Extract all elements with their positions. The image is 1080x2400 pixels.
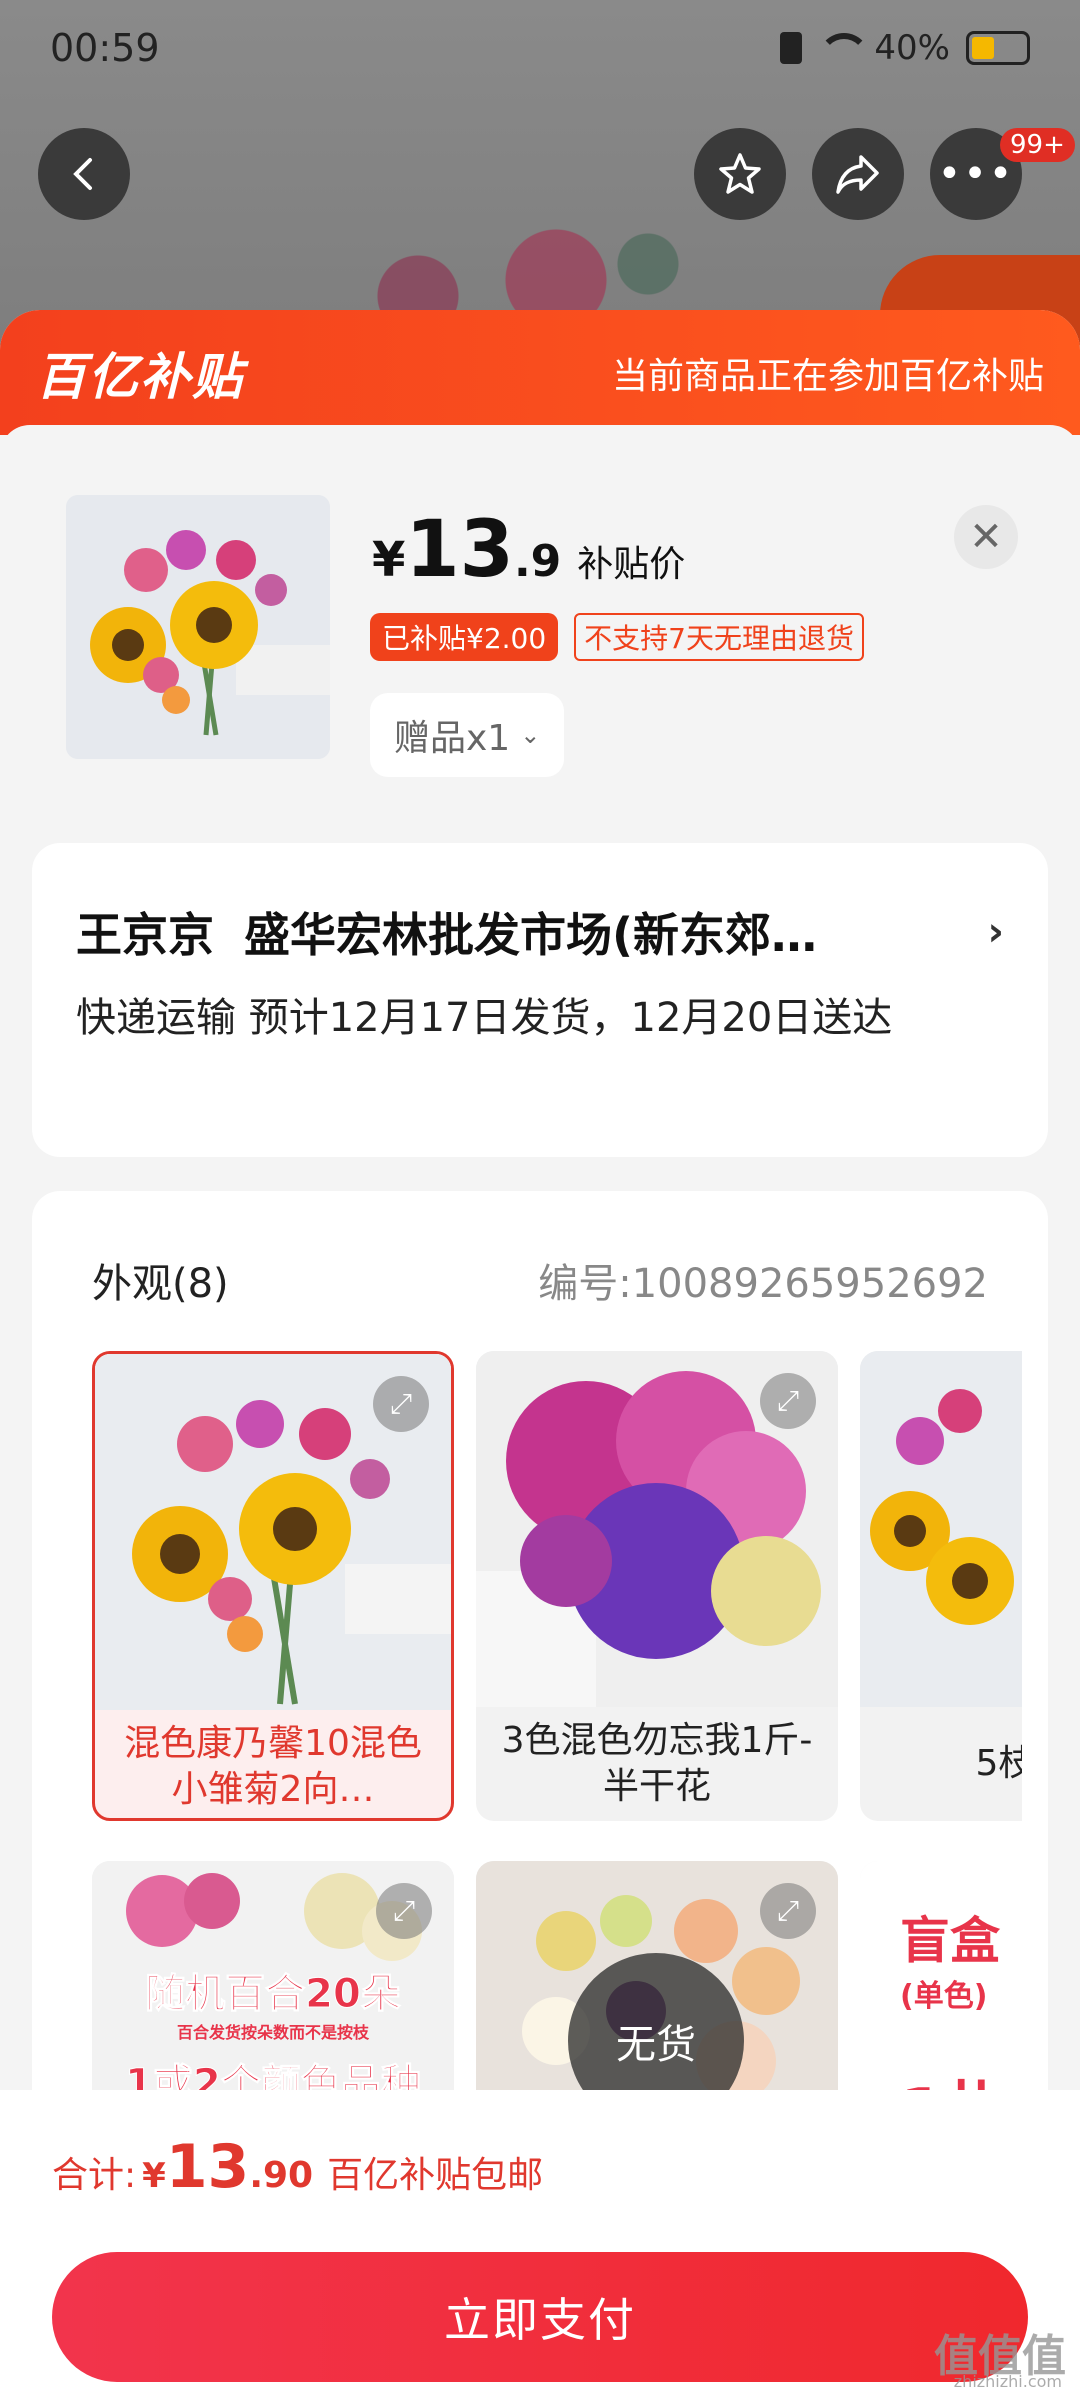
watermark-url: zhizhizhi.com [953,2372,1062,2391]
status-bar: 00:59 40% [0,0,1080,95]
variant-overlay-title: 随机百合20朵 [145,1971,402,2018]
product-code: 编号:10089265952692 [538,1261,988,1307]
shipping-note: 百亿补贴包邮 [327,2155,544,2196]
variant-label: 3色混色勿忘我1斤-半干花 [501,1720,813,1807]
variant-title: 外观(8) [92,1261,229,1307]
checkout-sheet: 百亿补贴 当前商品正在参加百亿补贴 ¥ 13 .9 补贴价 ✕ 已补贴¥2.00… [0,310,1080,2400]
pay-now-button[interactable]: 立即支付 [52,2252,1028,2382]
no-return-badge: 不支持7天无理由退货 [574,613,864,661]
close-button[interactable]: ✕ [954,505,1018,569]
variant-label: 混色康乃馨10混色小雏菊2向… [124,1723,422,1810]
recipient-address: 盛华宏林批发市场(新东郊… [244,908,818,962]
chevron-right-icon: › [987,909,1004,955]
variant-option[interactable]: 5枝向… [860,1351,1022,1821]
back-button[interactable] [38,128,130,220]
price-label: 补贴价 [577,544,686,585]
total-summary: 合计: ¥ 13 .90 百亿补贴包邮 [52,2132,544,2202]
battery-icon [966,30,1030,65]
notification-badge: 99+ [1000,128,1075,162]
variant-image [860,1351,1022,1707]
product-thumbnail [66,495,330,759]
expand-icon[interactable]: ⤢ [376,1883,432,1939]
more-dots-icon: ••• [937,151,1015,197]
recipient-name: 王京京 [76,908,214,962]
price: ¥ 13 .9 补贴价 [372,505,686,595]
share-button[interactable] [812,128,904,220]
variant-option[interactable]: ⤢ 3色混色勿忘我1斤-半干花 [476,1351,838,1821]
share-icon [836,155,879,194]
sim-icon [780,31,803,64]
subsidy-amount-badge: 已补贴¥2.00 [370,613,559,661]
variant-overlay-title: 盲盒 [900,1912,1000,1970]
expand-icon[interactable]: ⤢ [760,1373,816,1429]
subsidy-logo: 百亿补贴 [36,347,244,406]
variant-grid: ⤢ 混色康乃馨10混色小雏菊2向… ⤢ 3色混色勿忘我1斤-半干花 5枝 随机百… [92,1351,1022,2191]
address-card[interactable]: 王京京 盛华宏林批发市场(新东郊… › 快递运输 预计12月17日发货，12月2… [32,843,1048,1157]
variant-overlay-note: 百合发货按朵数而不是按枝 [176,2023,369,2042]
variant-option[interactable]: ⤢ 混色康乃馨10混色小雏菊2向… [92,1351,454,1821]
chevron-left-icon [73,158,92,190]
variant-label: 5枝向… [975,1743,1022,1784]
close-icon: ✕ [969,514,1003,560]
expand-icon[interactable]: ⤢ [760,1883,816,1939]
subsidy-banner: 百亿补贴 当前商品正在参加百亿补贴 [0,310,1080,435]
chevron-down-icon: ⌄ [520,721,541,749]
delivery-estimate: 快递运输 预计12月17日发货，12月20日送达 [76,995,893,1041]
gift-button[interactable]: 赠品x1 ⌄ [370,693,565,777]
expand-icon[interactable]: ⤢ [373,1376,429,1432]
favorite-button[interactable] [694,128,786,220]
variant-overlay-note: (单色) [900,1979,988,2014]
variant-image: ⤢ [476,1351,838,1707]
checkout-footer: 合计: ¥ 13 .90 百亿补贴包邮 立即支付 [0,2090,1080,2400]
product-summary: ¥ 13 .9 补贴价 ✕ 已补贴¥2.00 不支持7天无理由退货 赠品x1 ⌄ [0,425,1080,785]
wifi-icon [818,32,871,63]
subsidy-note: 当前商品正在参加百亿补贴 [611,355,1044,397]
battery-percent: 40% [874,27,950,68]
variant-image: ⤢ [95,1354,451,1710]
status-time: 00:59 [50,25,160,70]
star-icon [719,153,761,194]
